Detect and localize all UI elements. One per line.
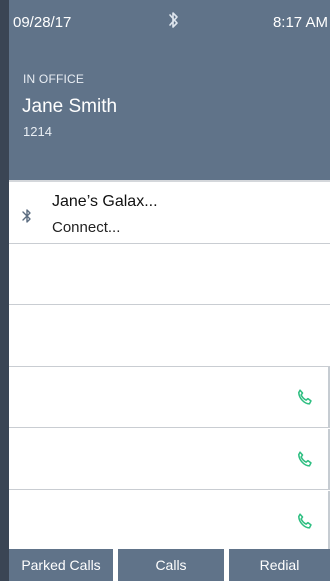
empty-line-row[interactable] [9,243,330,305]
line-list: Jane’s Galax... Connect... [9,180,330,552]
call-line-row[interactable] [9,429,330,490]
user-name: Jane Smith [22,96,118,117]
empty-line-row[interactable] [9,305,330,367]
screen-edge [0,0,9,581]
device-status: Connect... [52,219,121,236]
phone-screen: 09/28/17 8:17 AM IN OFFICE Jane Smith 12… [0,0,330,581]
call-line-row[interactable] [9,491,330,552]
device-row[interactable]: Jane’s Galax... Connect... [9,180,330,244]
status-bar: 09/28/17 8:17 AM [9,0,330,40]
status-date: 09/28/17 [13,14,72,31]
device-name: Jane’s Galax... [52,193,158,210]
call-line-row[interactable] [9,367,330,428]
bluetooth-icon [169,12,178,28]
parked-calls-button[interactable]: Parked Calls [9,549,113,581]
softkey-bar: Parked Calls Calls Redial [9,549,330,581]
status-time: 8:17 AM [272,14,328,31]
presence-status: IN OFFICE [23,72,85,86]
phone-icon[interactable] [294,449,316,471]
phone-icon[interactable] [294,387,316,409]
line-header: IN OFFICE Jane Smith 1214 [9,40,330,180]
calls-button[interactable]: Calls [118,549,224,581]
user-extension: 1214 [23,124,52,139]
phone-icon[interactable] [294,511,316,533]
bluetooth-icon [22,209,31,223]
redial-button[interactable]: Redial [229,549,330,581]
